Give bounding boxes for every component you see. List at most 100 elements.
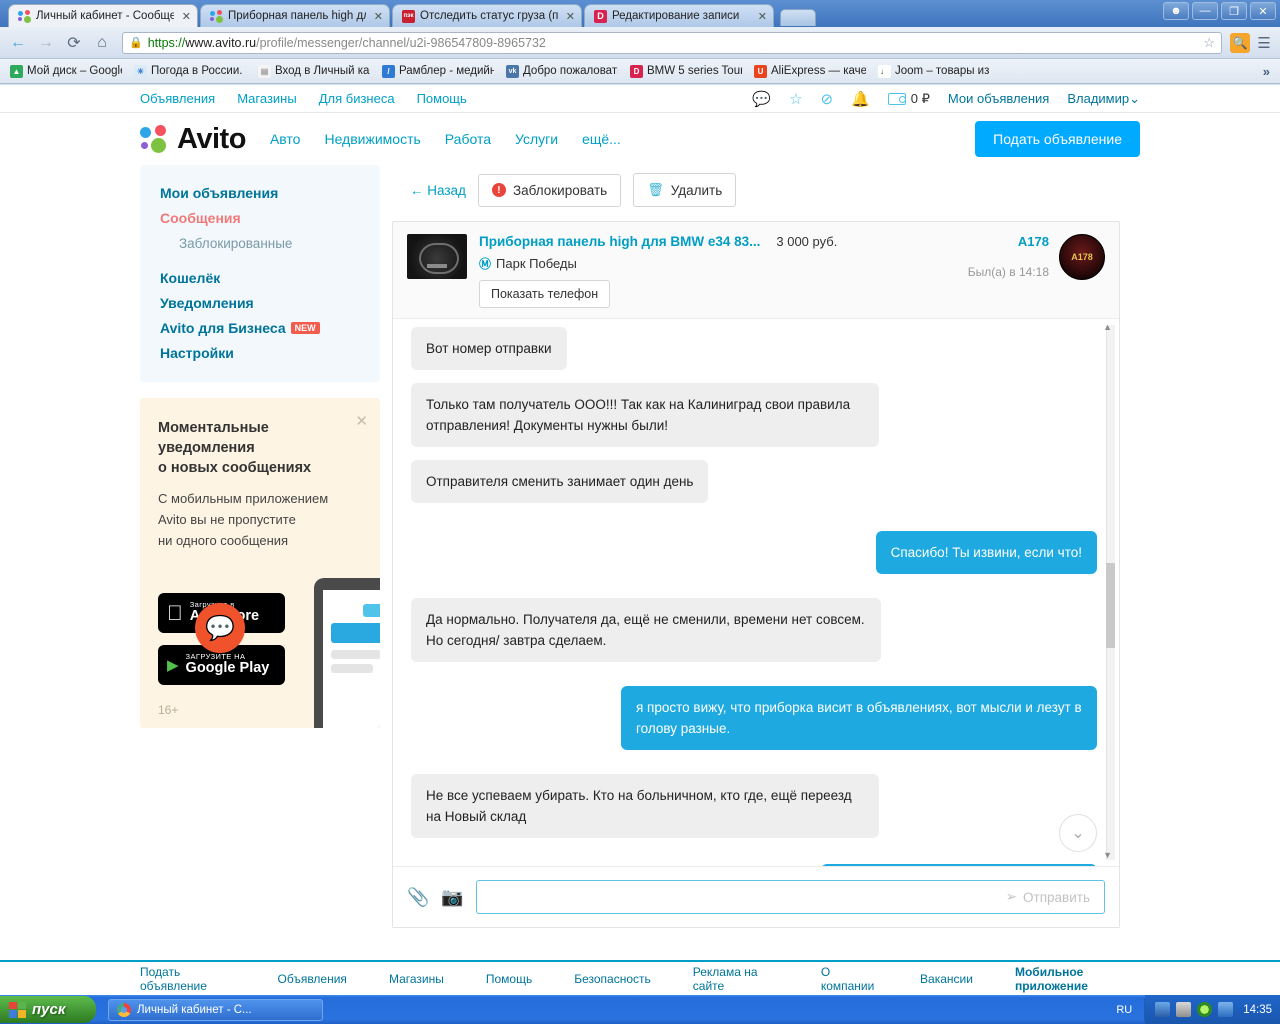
browser-tab-0[interactable]: Личный кабинет - Сообщен ✕ bbox=[8, 4, 198, 27]
post-ad-button[interactable]: Подать объявление bbox=[975, 121, 1140, 157]
saved-search-icon[interactable]: ⊘ bbox=[821, 90, 834, 108]
footer-link-jobs[interactable]: Вакансии bbox=[920, 972, 973, 986]
close-icon[interactable]: ✕ bbox=[755, 10, 767, 23]
interlocutor-name[interactable]: A178 bbox=[968, 234, 1049, 249]
bookmark-item[interactable]: UAliExpress — качествен bbox=[748, 63, 872, 80]
browser-tab-1[interactable]: Приборная панель high для ✕ bbox=[200, 4, 390, 27]
category-more[interactable]: ещё... bbox=[582, 131, 621, 147]
back-link[interactable]: ← Назад bbox=[410, 183, 466, 198]
show-phone-button[interactable]: Показать телефон bbox=[479, 280, 611, 308]
footer-link-ads[interactable]: Объявления bbox=[278, 972, 347, 986]
new-tab-button[interactable] bbox=[780, 9, 816, 26]
maximize-button[interactable]: ❐ bbox=[1221, 2, 1247, 20]
footer-link-shops[interactable]: Магазины bbox=[389, 972, 444, 986]
minimize-button[interactable]: — bbox=[1192, 2, 1218, 20]
top-nav-business[interactable]: Для бизнеса bbox=[319, 91, 395, 106]
message-scrollbar-thumb[interactable] bbox=[1106, 563, 1115, 648]
top-nav-help[interactable]: Помощь bbox=[417, 91, 467, 106]
sidebar-item-notifications[interactable]: Уведомления bbox=[160, 291, 360, 316]
item-title-link[interactable]: Приборная панель high для BMW e34 83... bbox=[479, 234, 760, 249]
box-search-icon[interactable]: 🔍 bbox=[1230, 32, 1250, 53]
address-bar[interactable]: 🔒 https://www.avito.ru/profile/messenger… bbox=[122, 31, 1222, 54]
sidebar-item-my-ads[interactable]: Мои объявления bbox=[160, 181, 360, 206]
bookmark-item[interactable]: ♩Joom – товары из Кита bbox=[872, 63, 996, 80]
chrome-menu-icon[interactable]: ☰ bbox=[1254, 34, 1274, 52]
chevron-down-icon: ⌄ bbox=[1129, 90, 1140, 106]
bookmark-item[interactable]: ▲Мой диск – Google Диск bbox=[4, 63, 128, 80]
sidebar-item-wallet[interactable]: Кошелёк bbox=[160, 266, 360, 291]
top-nav-shops[interactable]: Магазины bbox=[237, 91, 297, 106]
category-services[interactable]: Услуги bbox=[515, 131, 558, 147]
start-button[interactable]: пуск bbox=[0, 996, 96, 1023]
avatar[interactable]: A178 bbox=[1059, 234, 1105, 280]
last-seen: Был(а) в 14:18 bbox=[967, 265, 1049, 279]
antivirus-icon[interactable] bbox=[1176, 1002, 1192, 1017]
jump-to-latest-button[interactable]: ⌄ bbox=[1059, 814, 1097, 852]
send-button[interactable]: ➢ Отправить bbox=[1006, 889, 1094, 905]
category-auto[interactable]: Авто bbox=[270, 131, 301, 147]
scroll-down-icon[interactable]: ▼ bbox=[1103, 850, 1112, 860]
url-text: https://www.avito.ru/profile/messenger/c… bbox=[147, 35, 546, 50]
message-input[interactable] bbox=[486, 888, 1006, 906]
mobile-app-promo: ✕ Моментальные уведомления о новых сообщ… bbox=[140, 398, 380, 728]
network-icon[interactable] bbox=[1155, 1002, 1171, 1017]
bookmark-item[interactable]: vkДобро пожаловать | В bbox=[500, 63, 624, 80]
bookmark-item[interactable]: /Рамблер - медийный по bbox=[376, 63, 500, 80]
user-profile-button[interactable]: ☻ bbox=[1163, 2, 1189, 20]
footer-link-about[interactable]: О компании bbox=[821, 965, 878, 993]
category-realty[interactable]: Недвижимость bbox=[324, 131, 420, 147]
power-icon[interactable] bbox=[1197, 1002, 1213, 1017]
scroll-up-icon[interactable]: ▲ bbox=[1103, 322, 1112, 332]
back-icon[interactable]: ← bbox=[6, 31, 30, 55]
category-jobs[interactable]: Работа bbox=[445, 131, 491, 147]
sidebar-item-messages[interactable]: Сообщения bbox=[160, 206, 360, 231]
chat-bubble-icon: 💬 bbox=[195, 603, 245, 653]
bookmark-item[interactable]: DBMW 5 series Touring - " bbox=[624, 63, 748, 80]
item-thumbnail[interactable] bbox=[407, 234, 467, 279]
bell-icon[interactable]: 🔔 bbox=[851, 90, 870, 108]
google-play-icon: ▶ bbox=[167, 656, 179, 674]
footer-link-help[interactable]: Помощь bbox=[486, 972, 532, 986]
avito-logo[interactable]: Avito bbox=[140, 123, 246, 156]
bookmark-item[interactable]: ☀Погода в России. Точн bbox=[128, 63, 252, 80]
close-button[interactable]: ✕ bbox=[1250, 2, 1276, 20]
message-input-wrap[interactable]: ➢ Отправить bbox=[475, 880, 1105, 914]
sidebar-item-avito-business[interactable]: Avito для Бизнеса NEW bbox=[160, 316, 360, 341]
wallet-balance[interactable]: 0 ₽ bbox=[887, 91, 930, 107]
top-nav-ads[interactable]: Объявления bbox=[140, 91, 215, 106]
logo-text: Avito bbox=[177, 122, 246, 155]
star-icon[interactable]: ☆ bbox=[789, 90, 802, 108]
close-icon[interactable]: ✕ bbox=[179, 10, 191, 23]
clock[interactable]: 14:35 bbox=[1239, 1004, 1272, 1016]
my-ads-link[interactable]: Мои объявления bbox=[948, 91, 1049, 106]
browser-tab-3[interactable]: D Редактирование записи ✕ bbox=[584, 4, 774, 27]
language-indicator[interactable]: RU bbox=[1104, 1004, 1144, 1016]
block-button[interactable]: ! Заблокировать bbox=[477, 173, 622, 207]
sidebar-item-settings[interactable]: Настройки bbox=[160, 341, 360, 366]
browser-tab-2[interactable]: пэк Отследить статус груза (п ✕ bbox=[392, 4, 582, 27]
user-menu[interactable]: Владимир⌄ bbox=[1067, 91, 1140, 107]
close-icon[interactable]: ✕ bbox=[355, 412, 368, 430]
sidebar-item-blocked[interactable]: Заблокированные bbox=[160, 231, 360, 256]
bookmark-item[interactable]: ▤Вход в Личный кабине bbox=[252, 63, 376, 80]
close-icon[interactable]: ✕ bbox=[563, 10, 575, 23]
delete-button[interactable]: 🗑 Удалить bbox=[633, 173, 737, 207]
taskbar-window-item[interactable]: Личный кабинет - С... bbox=[108, 998, 323, 1021]
app-icon[interactable] bbox=[1218, 1002, 1234, 1017]
footer-link-security[interactable]: Безопасность bbox=[574, 972, 651, 986]
footer-link-post-ad[interactable]: Подать объявление bbox=[140, 965, 236, 993]
home-icon[interactable]: ⌂ bbox=[90, 31, 114, 55]
forward-icon[interactable]: → bbox=[34, 31, 58, 55]
close-icon[interactable]: ✕ bbox=[371, 10, 383, 23]
bookmarks-overflow-icon[interactable]: » bbox=[1263, 64, 1276, 79]
reload-icon[interactable]: ⟳ bbox=[62, 31, 86, 55]
footer-link-mobile-app[interactable]: Мобильное приложение bbox=[1015, 965, 1140, 993]
item-price: 3 000 руб. bbox=[776, 234, 838, 249]
apple-icon:  bbox=[167, 603, 183, 624]
bookmark-star-icon[interactable]: ☆ bbox=[1203, 35, 1215, 51]
camera-icon[interactable]: 📷 bbox=[441, 887, 463, 908]
footer-link-advertising[interactable]: Реклама на сайте bbox=[693, 965, 779, 993]
avito-icon bbox=[18, 9, 31, 23]
attach-icon[interactable]: 📎 bbox=[407, 887, 429, 908]
speech-bubble-icon[interactable]: 💬 bbox=[752, 90, 771, 108]
